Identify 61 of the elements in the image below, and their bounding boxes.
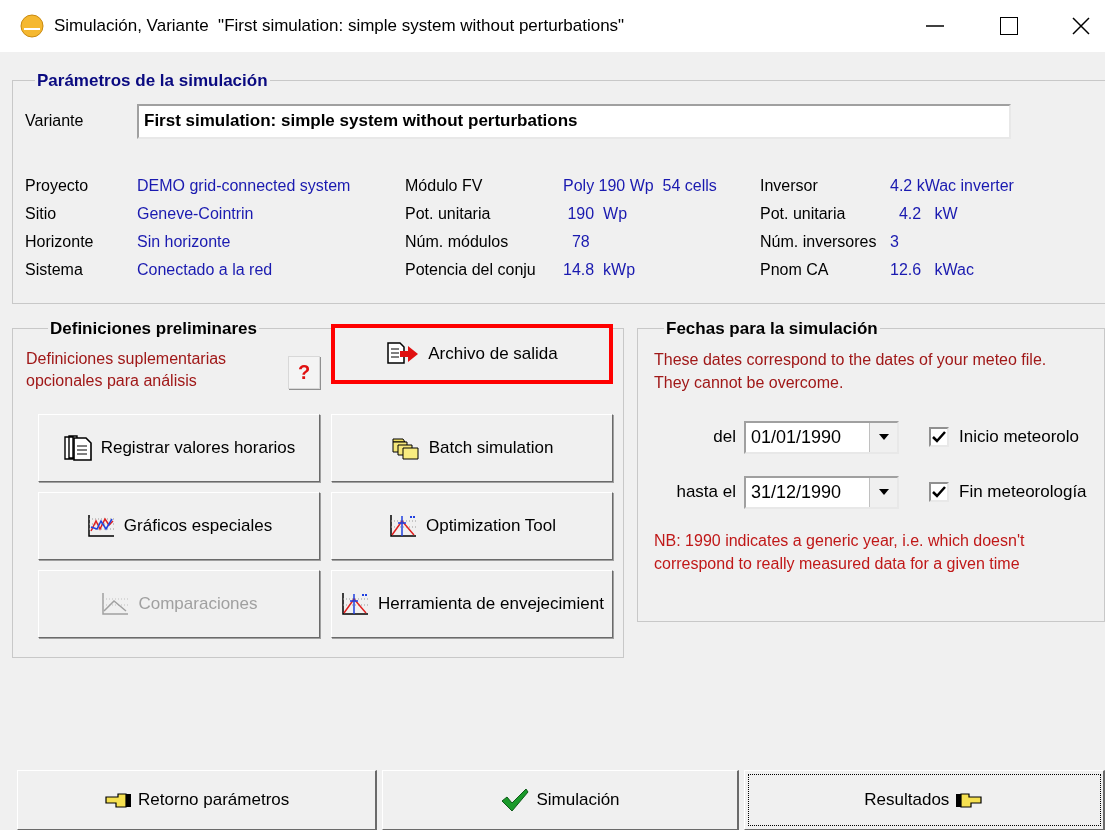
- date-dropdown[interactable]: 31/12/1990: [744, 475, 899, 509]
- info-value: 3: [890, 231, 899, 252]
- checkbox[interactable]: [929, 427, 949, 447]
- info-value: 14.8 kWp: [563, 259, 636, 280]
- line-chart-icon: [85, 512, 116, 539]
- close-icon[interactable]: [1072, 17, 1090, 35]
- info-value: Conectado a la red: [137, 259, 273, 280]
- info-label: Núm. inversores: [760, 231, 878, 252]
- info-label: Núm. módulos: [405, 231, 510, 252]
- info-value: 4.2 kWac inverter: [890, 175, 1014, 196]
- pointing-hand-icon: [955, 791, 984, 809]
- tool-button[interactable]: Herramienta de envejecimient: [331, 569, 613, 638]
- pointing-hand-icon: [104, 791, 133, 809]
- info-text: These dates correspond to the dates of your meteo file. They cannot be overcome.: [654, 349, 1048, 393]
- checkbox[interactable]: [929, 482, 949, 502]
- tool-button[interactable]: Gráficos especiales: [38, 491, 320, 560]
- help-button[interactable]: ?: [288, 355, 320, 389]
- info-value: DEMO grid-connected system: [137, 175, 351, 196]
- info-value: 78: [570, 231, 590, 252]
- group-title: Parámetros de la simulación: [36, 70, 269, 92]
- checkmark-icon: [500, 787, 531, 813]
- field-label: del: [712, 426, 737, 449]
- info-value: 190 Wp: [566, 203, 628, 224]
- tool-button[interactable]: Batch simulation: [331, 413, 613, 482]
- info-value: Poly 190 Wp 54 cells: [563, 175, 717, 196]
- info-value: 12.6 kWac: [890, 259, 974, 280]
- tool-button[interactable]: Registrar valores horarios: [38, 413, 320, 482]
- info-label: Proyecto: [25, 175, 90, 196]
- info-label: Pot. unitaria: [405, 203, 492, 224]
- group-title: Fechas para la simulación: [665, 318, 879, 340]
- info-value: Geneve-Cointrin: [137, 203, 254, 224]
- info-label: Módulo FV: [405, 175, 484, 196]
- info-label: Sitio: [25, 203, 58, 224]
- field-label: hasta el: [675, 481, 737, 504]
- info-label: Sistema: [25, 259, 84, 280]
- field-label: Variante: [25, 111, 85, 131]
- footer-button[interactable]: Retorno parámetros: [17, 770, 378, 830]
- tool-button[interactable]: Archivo de salida: [331, 323, 613, 384]
- date-dropdown[interactable]: 01/01/1990: [744, 420, 899, 454]
- documents-icon: [62, 433, 93, 462]
- chart-icon: [100, 590, 131, 617]
- info-value: Sin horizonte: [137, 231, 231, 252]
- tool-button[interactable]: Optimization Tool: [331, 491, 613, 560]
- info-label: Potencia del conju: [405, 259, 537, 280]
- footer-button[interactable]: Resultados: [743, 770, 1105, 830]
- checkbox-label[interactable]: Inicio meteorolo: [959, 424, 1079, 450]
- maximize-icon[interactable]: [1000, 17, 1018, 35]
- info-label: Pot. unitaria: [760, 203, 847, 224]
- info-label: Inversor: [760, 175, 819, 196]
- window-title: Simulación, Variante "First simulation: simple system without perturbations": [54, 15, 625, 38]
- info-text: Definiciones suplementarias opcionales para análisis: [26, 348, 228, 391]
- info-text: NB: 1990 indicates a generic year, i.e. which doesn't correspond to really measured data for a given time: [654, 530, 1026, 574]
- peak-chart-icon: [387, 512, 418, 539]
- info-value: 4.2 kW: [897, 203, 958, 224]
- info-label: Pnom CA: [760, 259, 830, 280]
- checkbox-label[interactable]: Fin meteorología: [959, 479, 1087, 505]
- peak-chart-icon: [340, 590, 371, 617]
- footer-button[interactable]: Simulación: [382, 770, 739, 830]
- info-label: Horizonte: [25, 231, 95, 252]
- group-title: Definiciones preliminares: [49, 318, 258, 340]
- variant-field[interactable]: First simulation: simple system without perturbations: [137, 103, 1011, 139]
